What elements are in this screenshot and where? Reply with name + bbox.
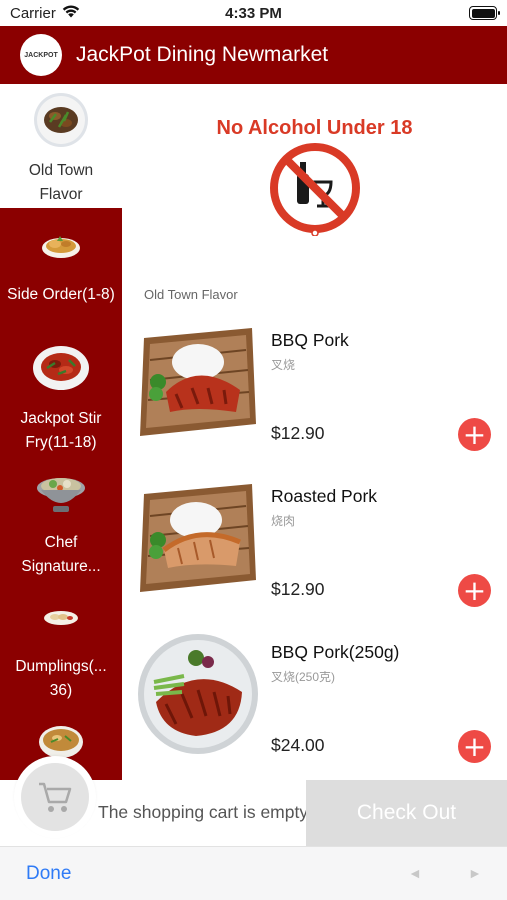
item-name: BBQ Pork <box>271 330 349 350</box>
sidebar-item-label: Chef Signature... <box>21 534 101 575</box>
no-alcohol-icon <box>269 142 361 241</box>
sidebar-item-label: Jackpot Stir Fry(11-18) <box>20 410 102 451</box>
add-to-cart-button[interactable]: + <box>458 418 491 451</box>
item-price: $24.00 <box>271 735 325 755</box>
restaurant-logo: JACKPOT <box>20 34 62 76</box>
wifi-icon <box>62 5 80 22</box>
sidebar-item-jackpot-stir-fry[interactable]: Jackpot Stir Fry(11-18) <box>0 332 122 456</box>
category-sidebar[interactable]: Old Town Flavor Side Order(1-8) Jackpot <box>0 84 122 780</box>
item-name: Roasted Pork <box>271 486 378 506</box>
add-to-cart-button[interactable]: + <box>458 574 491 607</box>
sidebar-item-dumplings[interactable]: Dumplings(... 36) <box>0 580 122 704</box>
app-header: JACKPOT JackPot Dining Newmarket <box>0 26 507 84</box>
add-to-cart-button[interactable]: + <box>458 730 491 763</box>
alcohol-notice-title: No Alcohol Under 18 <box>216 117 413 139</box>
item-price: $12.90 <box>271 423 325 443</box>
item-price: $12.90 <box>271 579 325 599</box>
plus-icon: + <box>462 417 487 451</box>
food-image <box>136 476 260 605</box>
shopping-cart-icon <box>39 782 72 812</box>
page-title: JackPot Dining Newmarket <box>76 43 329 66</box>
item-name: BBQ Pork(250g) <box>271 642 400 662</box>
status-bar: Carrier 4:33 PM <box>0 0 507 26</box>
sidebar-item-label: Old Town Flavor <box>28 162 94 203</box>
category-thumbnail <box>31 340 91 401</box>
sidebar-item-side-order[interactable]: Side Order(1-8) <box>0 208 122 332</box>
menu-list[interactable]: No Alcohol Under 18 Old Town Flavor BBQ … <box>122 84 507 780</box>
plus-icon: + <box>462 573 487 607</box>
plus-icon: + <box>462 729 487 763</box>
cart-icon-bg <box>21 763 89 831</box>
sidebar-item-label: Side Order(1-8) <box>7 286 115 303</box>
food-image <box>136 632 260 761</box>
cart-status-text: The shopping cart is empty <box>98 802 309 822</box>
previous-arrow-icon[interactable]: ◄ <box>408 865 422 881</box>
done-button[interactable]: Done <box>26 863 71 885</box>
cart-button[interactable] <box>14 756 96 838</box>
next-arrow-icon[interactable]: ► <box>468 865 482 881</box>
carrier-label: Carrier <box>10 4 56 22</box>
sidebar-item-chef-signature[interactable]: Chef Signature... <box>0 456 122 580</box>
sidebar-item-label: Dumplings(... 36) <box>15 658 107 699</box>
status-left: Carrier <box>10 5 80 22</box>
menu-item-card[interactable]: BBQ Pork(250g) 叉烧(250克) $24.00 + <box>136 632 507 780</box>
sidebar-item-old-town-flavor[interactable]: Old Town Flavor <box>0 84 122 208</box>
category-thumbnail <box>33 588 89 649</box>
category-thumbnail <box>33 92 89 153</box>
item-chinese-name: 烧肉 <box>271 514 296 528</box>
category-thumbnail <box>33 216 89 277</box>
category-thumbnail <box>31 464 91 525</box>
item-chinese-name: 叉烧(250克) <box>271 670 336 684</box>
checkout-button[interactable]: Check Out <box>306 780 507 846</box>
menu-item-card[interactable]: BBQ Pork 叉烧 $12.90 + <box>136 320 507 470</box>
food-image <box>136 320 260 449</box>
cart-bar: The shopping cart is empty Check Out <box>0 756 507 846</box>
menu-item-card[interactable]: Roasted Pork 烧肉 $12.90 + <box>136 476 507 626</box>
keyboard-toolbar: Done ◄ ► <box>0 846 507 900</box>
item-chinese-name: 叉烧 <box>271 358 296 372</box>
section-header: Old Town Flavor <box>144 287 238 302</box>
battery-icon <box>469 6 500 20</box>
